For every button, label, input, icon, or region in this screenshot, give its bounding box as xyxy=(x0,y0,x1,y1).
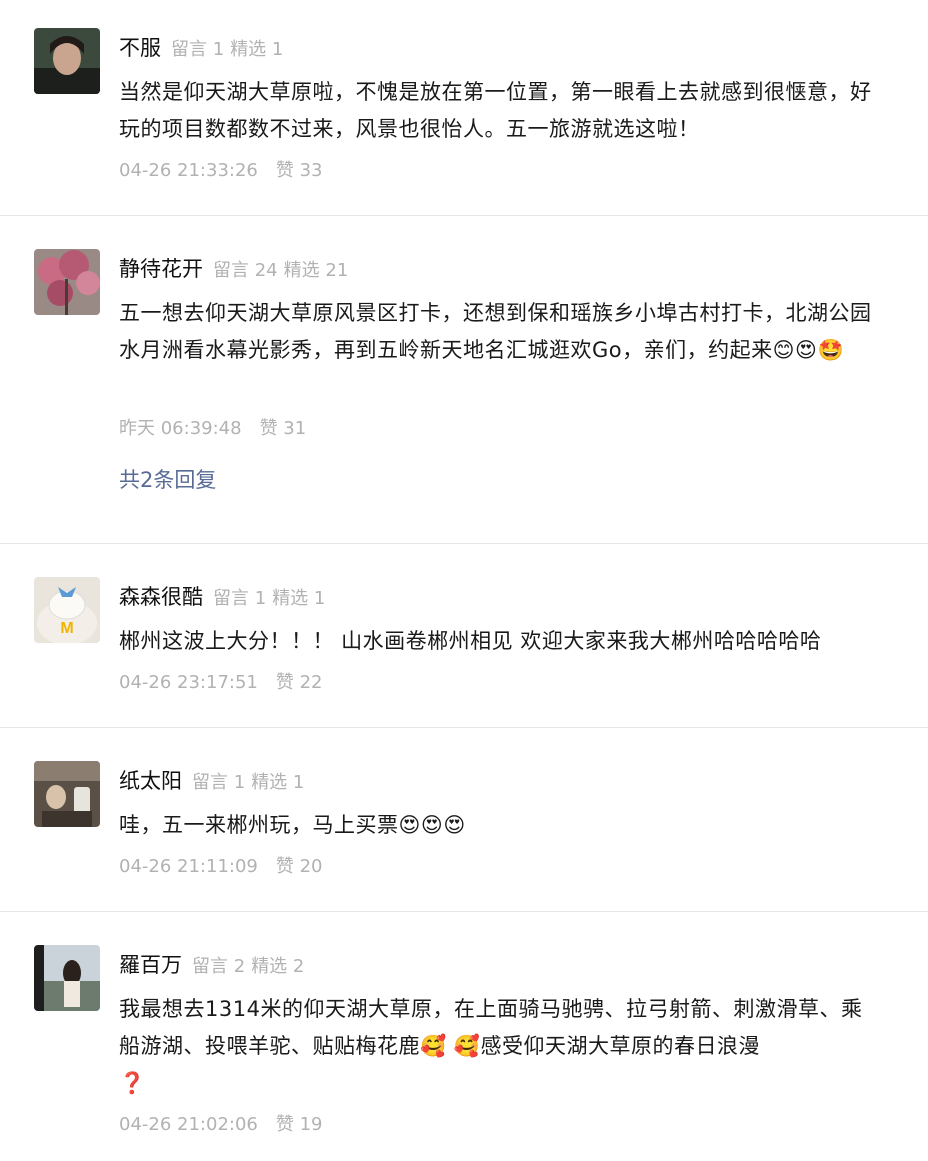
avatar[interactable] xyxy=(34,249,100,315)
user-stats: 留言 1 精选 1 xyxy=(171,39,284,60)
divider xyxy=(0,911,928,912)
nickname[interactable]: 静待花开 xyxy=(119,257,203,281)
like-button[interactable]: 赞 20 xyxy=(276,856,323,877)
user-stats: 留言 1 精选 1 xyxy=(192,772,305,793)
view-replies-link[interactable]: 共2条回复 xyxy=(119,464,216,494)
like-button[interactable]: 赞 22 xyxy=(276,672,323,693)
comment-header: 纸太阳 留言 1 精选 1 xyxy=(119,765,304,795)
avatar[interactable]: M xyxy=(34,577,100,643)
nickname[interactable]: 森森很酷 xyxy=(119,585,203,609)
timestamp: 04-26 21:02:06 xyxy=(119,1114,258,1135)
user-stats: 留言 2 精选 2 xyxy=(192,956,305,977)
nickname[interactable]: 羅百万 xyxy=(119,953,182,977)
comment-header: 不服 留言 1 精选 1 xyxy=(119,32,283,62)
smiling-hearts-emoji-icon: 🥰 xyxy=(453,1034,481,1058)
heart-eyes-emoji-icon: 😍 xyxy=(795,338,818,362)
avatar[interactable] xyxy=(34,28,100,94)
comment-meta: 04-26 21:33:26 赞 33 xyxy=(119,156,323,182)
comment-text: 我最想去1314米的仰天湖大草原，在上面骑马驰骋、拉弓射箭、刺激滑草、乘船游湖、… xyxy=(119,997,863,1095)
question-mark-emoji-icon: ❓ xyxy=(119,1071,146,1095)
comment-header: 羅百万 留言 2 精选 2 xyxy=(119,949,304,979)
user-stats: 留言 24 精选 21 xyxy=(213,260,349,281)
like-button[interactable]: 赞 19 xyxy=(276,1114,323,1135)
timestamp: 昨天 06:39:48 xyxy=(119,418,242,439)
heart-eyes-emoji-icon: 😍 xyxy=(443,813,466,837)
comment-text: 郴州这波上大分！！！ 山水画卷郴州相见 欢迎大家来我大郴州哈哈哈哈哈 xyxy=(119,629,822,653)
svg-text:M: M xyxy=(60,620,73,637)
timestamp: 04-26 21:33:26 xyxy=(119,160,258,181)
smiling-hearts-emoji-icon: 🥰 xyxy=(420,1034,447,1058)
like-button[interactable]: 赞 33 xyxy=(276,160,323,181)
timestamp: 04-26 23:17:51 xyxy=(119,672,258,693)
comment-meta: 昨天 06:39:48 赞 31 xyxy=(119,414,306,440)
comment-text: 当然是仰天湖大草原啦，不愧是放在第一位置，第一眼看上去就感到很惬意，好玩的项目数… xyxy=(119,80,872,141)
comment-text: 五一想去仰天湖大草原风景区打卡，还想到保和瑶族乡小埠古村打卡，北湖公园水月洲看水… xyxy=(119,301,872,362)
avatar[interactable] xyxy=(34,945,100,1011)
smile-emoji-icon: 😊 xyxy=(772,338,796,362)
avatar[interactable] xyxy=(34,761,100,827)
divider xyxy=(0,727,928,728)
timestamp: 04-26 21:11:09 xyxy=(119,856,258,877)
star-struck-emoji-icon: 🤩 xyxy=(817,338,845,362)
heart-eyes-emoji-icon: 😍 xyxy=(398,813,421,837)
heart-eyes-emoji-icon: 😍 xyxy=(420,813,444,837)
nickname[interactable]: 纸太阳 xyxy=(119,769,182,793)
comment-text: 哇，五一来郴州玩，马上买票😍😍😍 xyxy=(119,813,466,837)
comment-meta: 04-26 21:02:06 赞 19 xyxy=(119,1110,323,1136)
divider xyxy=(0,215,928,216)
user-stats: 留言 1 精选 1 xyxy=(213,588,326,609)
comment-header: 静待花开 留言 24 精选 21 xyxy=(119,253,348,283)
comment-header: 森森很酷 留言 1 精选 1 xyxy=(119,581,325,611)
like-button[interactable]: 赞 31 xyxy=(260,418,307,439)
divider xyxy=(0,543,928,544)
nickname[interactable]: 不服 xyxy=(119,36,161,60)
comment-meta: 04-26 23:17:51 赞 22 xyxy=(119,668,323,694)
comment-meta: 04-26 21:11:09 赞 20 xyxy=(119,852,323,878)
